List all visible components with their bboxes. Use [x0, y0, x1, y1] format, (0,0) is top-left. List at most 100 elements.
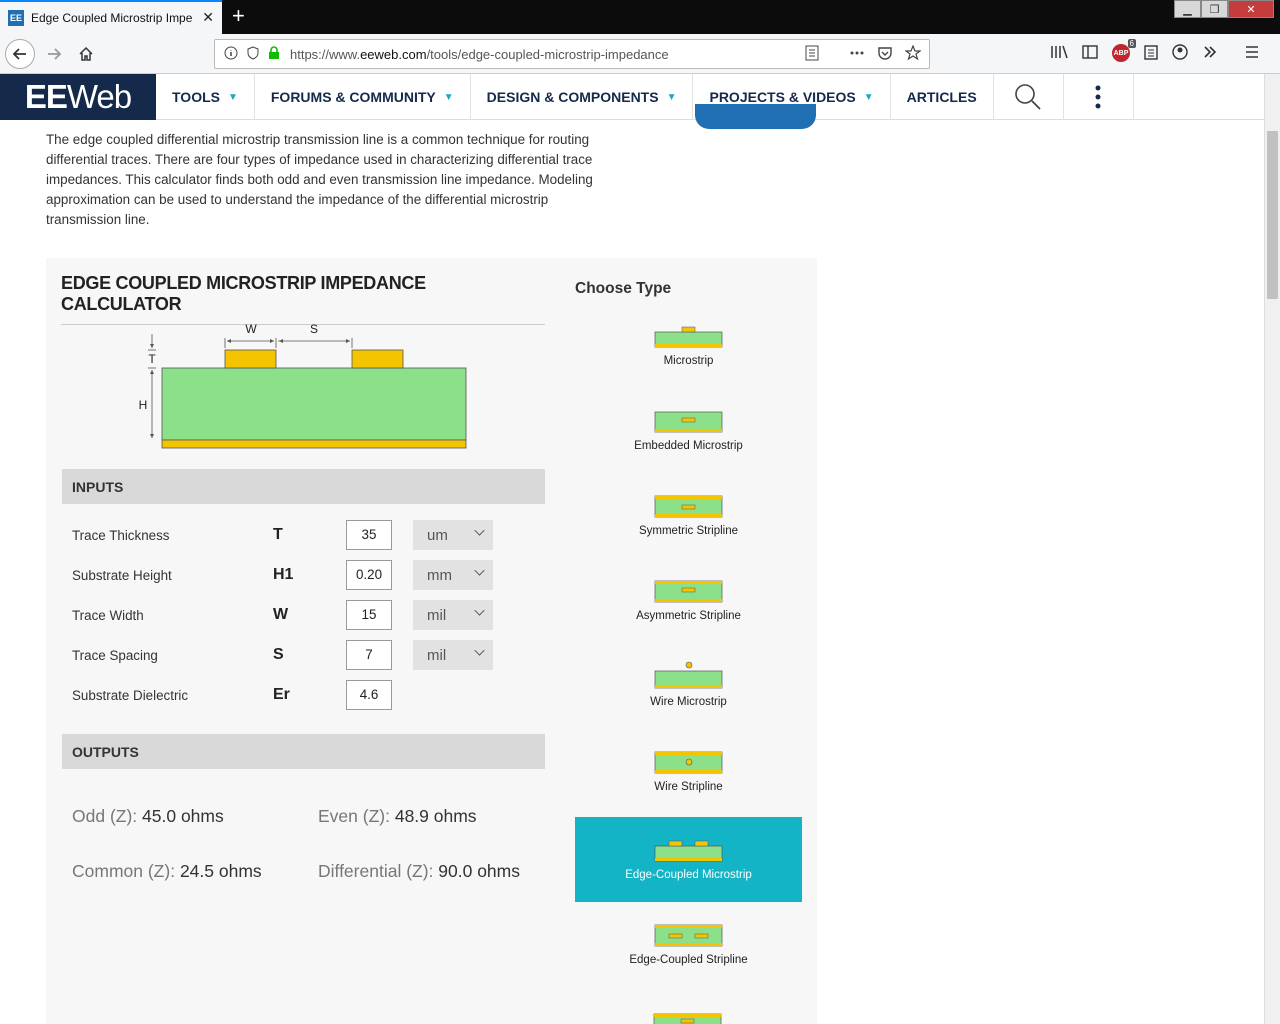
type-wire-stripline[interactable]: Wire Stripline: [575, 729, 802, 814]
overflow-chevron-icon[interactable]: [1202, 44, 1218, 64]
sidebar-icon[interactable]: [1082, 44, 1098, 64]
output-label: Even (Z):: [318, 806, 390, 826]
input-row-substrate-dielectric: Substrate Dielectric Er 4.6: [62, 680, 545, 710]
chevron-down-icon: [474, 645, 485, 656]
restore-button[interactable]: ❐: [1201, 0, 1228, 18]
new-tab-icon[interactable]: +: [232, 4, 245, 28]
trace-thickness-input[interactable]: 35: [346, 520, 392, 550]
tracking-shield-icon[interactable]: [247, 45, 259, 63]
more-vertical-icon[interactable]: [1064, 74, 1134, 120]
type-edge-coupled-stripline[interactable]: Edge-Coupled Stripline: [575, 902, 802, 987]
wire-stripline-icon: [654, 751, 722, 774]
wire-microstrip-icon: [654, 661, 722, 689]
eeweb-logo[interactable]: EE Web: [0, 74, 156, 120]
trace-width-input[interactable]: 15: [346, 600, 392, 630]
library-icon[interactable]: [1050, 44, 1068, 64]
output-differential: Differential (Z): 90.0 ohms: [318, 861, 520, 882]
inputs-header: INPUTS: [62, 469, 545, 504]
input-label: Trace Thickness: [72, 527, 170, 543]
chevron-down-icon: ▼: [443, 91, 454, 103]
trace-spacing-input[interactable]: 7: [346, 640, 392, 670]
adblock-count-badge: 6: [1127, 39, 1136, 48]
input-symbol: Er: [273, 686, 290, 703]
partial-button[interactable]: [695, 104, 816, 129]
substrate-height-unit-select[interactable]: mm: [413, 560, 493, 590]
input-row-trace-thickness: Trace Thickness T 35 um: [62, 520, 545, 550]
tab-title: Edge Coupled Microstrip Impe: [31, 11, 193, 25]
input-label: Trace Spacing: [72, 647, 158, 663]
page-scrollbar[interactable]: [1264, 74, 1280, 1024]
embedded-microstrip-icon: [654, 411, 722, 433]
output-label: Differential (Z):: [318, 861, 434, 881]
dim-label-w: W: [245, 322, 257, 336]
trace-width-unit-select[interactable]: mil: [413, 600, 493, 630]
address-bar[interactable]: https://www.eeweb.com/tools/edge-coupled…: [214, 39, 930, 69]
nav-forums-community[interactable]: FORUMS & COMMUNITY ▼: [255, 74, 471, 120]
notes-icon[interactable]: [1144, 44, 1158, 64]
partial-type-icon[interactable]: [653, 1012, 723, 1024]
output-value: 90.0 ohms: [438, 861, 520, 881]
cross-section-diagram: W S T H: [139, 322, 467, 449]
output-value: 24.5 ohms: [179, 861, 262, 881]
url-text[interactable]: https://www.eeweb.com/tools/edge-coupled…: [290, 47, 669, 62]
lock-icon[interactable]: [268, 45, 280, 63]
nav-design-components[interactable]: DESIGN & COMPONENTS ▼: [471, 74, 694, 120]
adblock-icon[interactable]: ABP 6: [1112, 39, 1136, 62]
page-actions-icon[interactable]: [849, 45, 865, 65]
substrate-dielectric-input[interactable]: 4.6: [346, 680, 392, 710]
chevron-down-icon: ▼: [227, 91, 238, 103]
home-icon[interactable]: [72, 40, 100, 68]
chevron-down-icon: [474, 565, 485, 576]
ground-plane: [161, 439, 467, 449]
chevron-down-icon: ▼: [863, 91, 874, 103]
minimize-button[interactable]: ▁: [1174, 0, 1201, 18]
main-nav: TOOLS ▼ FORUMS & COMMUNITY ▼ DESIGN & COMP…: [156, 74, 1134, 120]
bookmark-star-icon[interactable]: [904, 44, 922, 65]
trace-spacing-unit-select[interactable]: mil: [413, 640, 493, 670]
type-symmetric-stripline[interactable]: Symmetric Stripline: [575, 473, 802, 558]
output-even: Even (Z): 48.9 ohms: [318, 806, 477, 827]
edge-coupled-microstrip-icon: [654, 840, 722, 862]
output-common: Common (Z): 24.5 ohms: [72, 861, 262, 882]
type-edge-coupled-microstrip[interactable]: Edge-Coupled Microstrip: [575, 817, 802, 902]
output-value: 45.0 ohms: [142, 806, 224, 826]
type-microstrip[interactable]: Microstrip: [575, 303, 802, 388]
type-wire-microstrip[interactable]: Wire Microstrip: [575, 644, 802, 729]
calculator-panel: EDGE COUPLED MICROSTRIP IMPEDANCE CALCUL…: [46, 258, 817, 1024]
substrate-height-input[interactable]: 0.20: [346, 560, 392, 590]
input-label: Trace Width: [72, 607, 144, 623]
tab-close-icon[interactable]: ✕: [202, 9, 214, 26]
search-icon[interactable]: [994, 74, 1064, 120]
urlbar-actions: [805, 44, 922, 65]
nav-articles[interactable]: ARTICLES: [891, 74, 994, 120]
nav-tools[interactable]: TOOLS ▼: [156, 74, 255, 120]
scrollbar-thumb[interactable]: [1267, 131, 1278, 299]
type-embedded-microstrip[interactable]: Embedded Microstrip: [575, 388, 802, 473]
output-odd: Odd (Z): 45.0 ohms: [72, 806, 224, 827]
dim-label-s: S: [310, 322, 318, 336]
type-asymmetric-stripline[interactable]: Asymmetric Stripline: [575, 558, 802, 643]
dim-label-h: H: [139, 398, 148, 412]
account-icon[interactable]: [1172, 44, 1188, 64]
hamburger-menu-icon[interactable]: [1244, 44, 1260, 64]
input-symbol: H1: [273, 566, 294, 583]
type-chooser: Choose Type Microstrip Embedded Microstr…: [575, 258, 802, 1024]
input-symbol: W: [273, 606, 289, 623]
input-row-trace-width: Trace Width W 15 mil: [62, 600, 545, 630]
output-value: 48.9 ohms: [394, 806, 477, 826]
trace-left: [224, 349, 277, 369]
back-arrow-icon[interactable]: [5, 39, 35, 69]
forward-arrow-icon[interactable]: [40, 40, 68, 68]
site-favicon: EE: [8, 10, 24, 26]
browser-tab[interactable]: EE Edge Coupled Microstrip Impe ✕: [0, 0, 222, 34]
reader-view-icon[interactable]: [805, 45, 819, 65]
info-icon[interactable]: [224, 46, 238, 63]
pocket-icon[interactable]: [877, 45, 893, 65]
trace-thickness-unit-select[interactable]: um: [413, 520, 493, 550]
window-close-button[interactable]: ✕: [1228, 0, 1274, 18]
type-chooser-heading: Choose Type: [575, 280, 672, 297]
output-label: Common (Z):: [72, 861, 176, 881]
input-symbol: T: [273, 526, 283, 543]
site-header: EE Web TOOLS ▼ FORUMS & COMMUNITY ▼ DESIGN …: [0, 74, 1264, 120]
edge-coupled-stripline-icon: [654, 924, 722, 947]
